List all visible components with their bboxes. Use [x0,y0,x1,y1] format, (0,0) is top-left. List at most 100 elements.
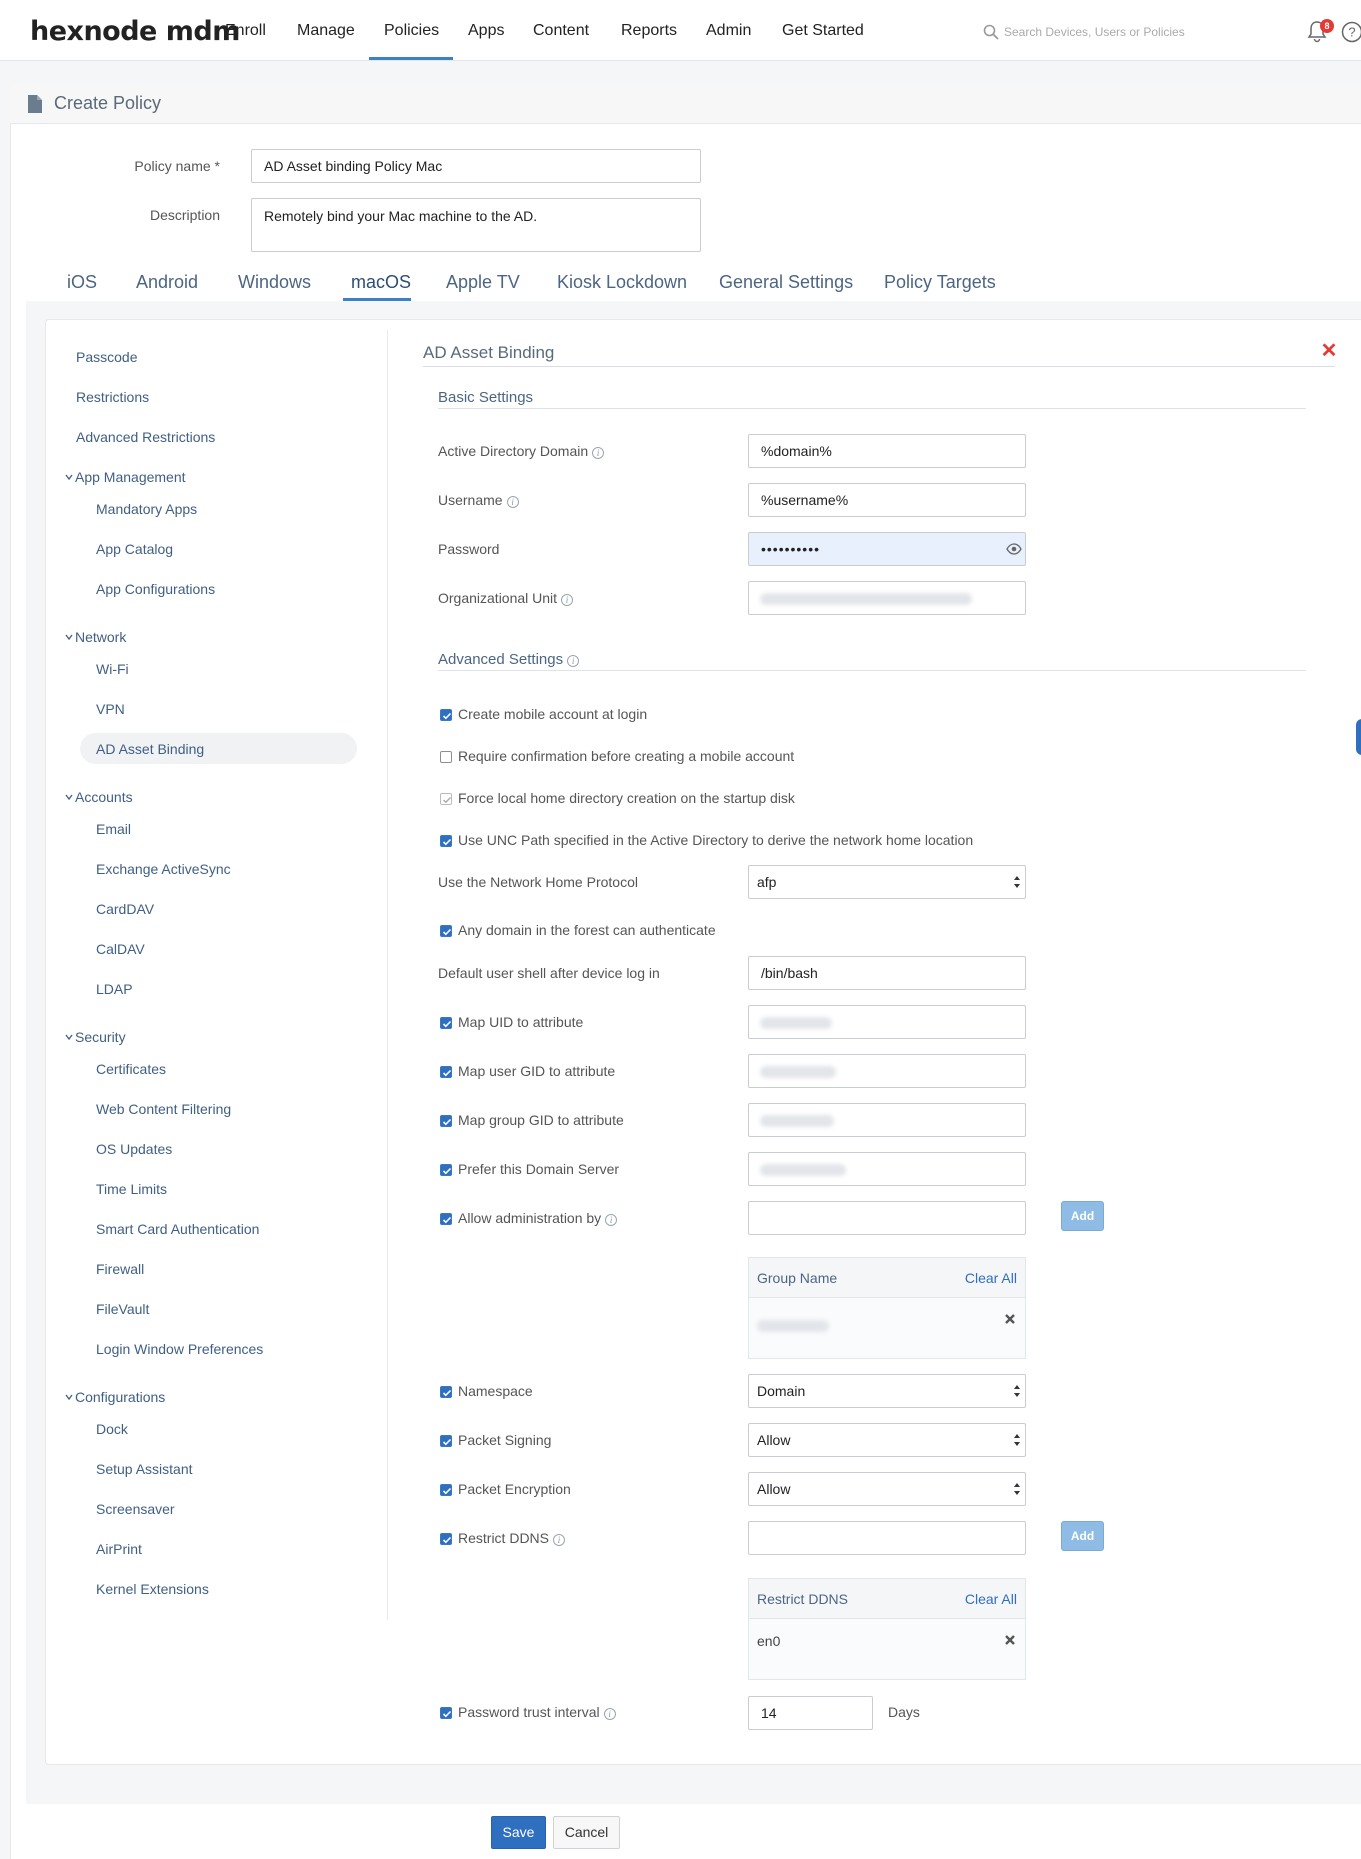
sidebar-item-login-window-preferences[interactable]: Login Window Preferences [96,1341,263,1357]
namespace-checkbox[interactable] [440,1386,452,1398]
sidebar-item-certificates[interactable]: Certificates [96,1061,166,1077]
packet-signing-checkbox[interactable] [440,1435,452,1447]
sidebar-group-configurations[interactable]: Configurations [65,1389,165,1405]
sidebar-item-web-content-filtering[interactable]: Web Content Filtering [96,1101,231,1117]
sidebar-item-time-limits[interactable]: Time Limits [96,1181,167,1197]
chevron-down-icon [65,1394,73,1401]
policy-name-input[interactable] [251,149,701,183]
sidebar-item-ldap[interactable]: LDAP [96,981,133,997]
close-icon[interactable]: ✕ [1320,341,1338,361]
tab-ios[interactable]: iOS [67,272,97,293]
sidebar-item-os-updates[interactable]: OS Updates [96,1141,172,1157]
nav-item-enroll[interactable]: Enroll [225,22,266,40]
use-unc-path-checkbox[interactable] [440,835,452,847]
sidebar-item-carddav[interactable]: CardDAV [96,901,154,917]
nav-item-admin[interactable]: Admin [706,22,751,40]
eye-icon[interactable] [1006,542,1022,556]
nav-item-get-started[interactable]: Get Started [782,22,864,40]
sidebar-item-mandatory-apps[interactable]: Mandatory Apps [96,501,197,517]
force-local-home-checkbox[interactable] [440,793,452,805]
add-admin-group-button[interactable]: Add [1061,1201,1104,1231]
sidebar-item-smart-card-authentication[interactable]: Smart Card Authentication [96,1221,259,1237]
nav-item-apps[interactable]: Apps [468,22,504,40]
help-icon[interactable]: ? [1341,21,1361,43]
clear-all-ddns-link[interactable]: Clear All [965,1591,1017,1607]
sidebar-item-email[interactable]: Email [96,821,131,837]
sidebar-group-network[interactable]: Network [65,629,126,645]
tab-policy-targets[interactable]: Policy Targets [884,272,996,293]
packet-encryption-label: Packet Encryption [458,1481,571,1497]
default-shell-input[interactable] [748,956,1026,990]
any-domain-checkbox[interactable] [440,925,452,937]
info-icon[interactable]: i [603,1708,616,1720]
sidebar-group-security[interactable]: Security [65,1029,126,1045]
nav-item-reports[interactable]: Reports [621,22,677,40]
sidebar-item-exchange-activesync[interactable]: Exchange ActiveSync [96,861,231,877]
password-trust-checkbox[interactable] [440,1707,452,1719]
sidebar-item-kernel-extensions[interactable]: Kernel Extensions [96,1581,209,1597]
sidebar-item-ad-asset-binding[interactable]: AD Asset Binding [96,741,204,757]
remove-icon[interactable] [1003,1312,1017,1326]
group-name-header: Group Name [757,1270,838,1286]
tab-general-settings[interactable]: General Settings [719,272,853,293]
tab-windows[interactable]: Windows [238,272,311,293]
info-icon[interactable]: i [561,594,574,606]
cancel-button[interactable]: Cancel [553,1816,620,1849]
tab-macos[interactable]: macOS [351,272,411,293]
sidebar-item-airprint[interactable]: AirPrint [96,1541,142,1557]
sidebar-group-accounts[interactable]: Accounts [65,789,133,805]
restrict-ddns-input[interactable] [748,1521,1026,1555]
network-protocol-select[interactable]: afp [748,865,1026,899]
nav-item-policies[interactable]: Policies [384,22,439,40]
packet-signing-select[interactable]: Allow [748,1423,1026,1457]
create-mobile-account-checkbox[interactable] [440,709,452,721]
sidebar-item-dock[interactable]: Dock [96,1421,128,1437]
sidebar-item-filevault[interactable]: FileVault [96,1301,149,1317]
info-icon[interactable]: i [506,496,519,508]
info-icon[interactable]: i [605,1214,618,1226]
restrict-ddns-checkbox[interactable] [440,1533,452,1545]
packet-encryption-select[interactable]: Allow [748,1472,1026,1506]
info-icon[interactable]: i [592,447,605,459]
floating-side-tab[interactable] [1356,719,1361,755]
tab-apple-tv[interactable]: Apple TV [446,272,520,293]
username-input[interactable] [748,483,1026,517]
description-input[interactable]: Remotely bind your Mac machine to the AD… [251,198,701,252]
info-icon[interactable]: i [553,1534,566,1546]
sidebar-item-advanced-restrictions[interactable]: Advanced Restrictions [76,429,215,445]
search-icon[interactable] [983,24,999,40]
map-user-gid-checkbox[interactable] [440,1066,452,1078]
packet-encryption-checkbox[interactable] [440,1484,452,1496]
nav-item-content[interactable]: Content [533,22,589,40]
app-logo[interactable]: hexnode mdm [30,16,240,47]
ad-domain-input[interactable] [748,434,1026,468]
sidebar-item-restrictions[interactable]: Restrictions [76,389,149,405]
search-input[interactable] [1004,18,1264,46]
require-confirmation-checkbox[interactable] [440,751,452,763]
sidebar-item-wifi[interactable]: Wi-Fi [96,661,129,677]
sidebar-item-screensaver[interactable]: Screensaver [96,1501,175,1517]
prefer-domain-server-checkbox[interactable] [440,1164,452,1176]
sidebar-item-passcode[interactable]: Passcode [76,349,137,365]
password-trust-input[interactable] [748,1696,873,1730]
sidebar-item-firewall[interactable]: Firewall [96,1261,144,1277]
sidebar-item-vpn[interactable]: VPN [96,701,125,717]
sidebar-item-caldav[interactable]: CalDAV [96,941,145,957]
sidebar-item-setup-assistant[interactable]: Setup Assistant [96,1461,193,1477]
namespace-select[interactable]: Domain [748,1374,1026,1408]
save-button[interactable]: Save [491,1816,546,1849]
sidebar-item-app-catalog[interactable]: App Catalog [96,541,173,557]
map-uid-checkbox[interactable] [440,1017,452,1029]
sidebar-group-app-management[interactable]: App Management [65,469,186,485]
allow-admin-checkbox[interactable] [440,1213,452,1225]
remove-icon[interactable] [1003,1633,1017,1647]
allow-admin-input[interactable] [748,1201,1026,1235]
info-icon[interactable]: i [567,655,580,667]
nav-item-manage[interactable]: Manage [297,22,355,40]
tab-android[interactable]: Android [136,272,198,293]
map-group-gid-checkbox[interactable] [440,1115,452,1127]
add-ddns-button[interactable]: Add [1061,1521,1104,1551]
clear-all-groups-link[interactable]: Clear All [965,1270,1017,1286]
sidebar-item-app-configurations[interactable]: App Configurations [96,581,215,597]
tab-kiosk-lockdown[interactable]: Kiosk Lockdown [557,272,687,293]
